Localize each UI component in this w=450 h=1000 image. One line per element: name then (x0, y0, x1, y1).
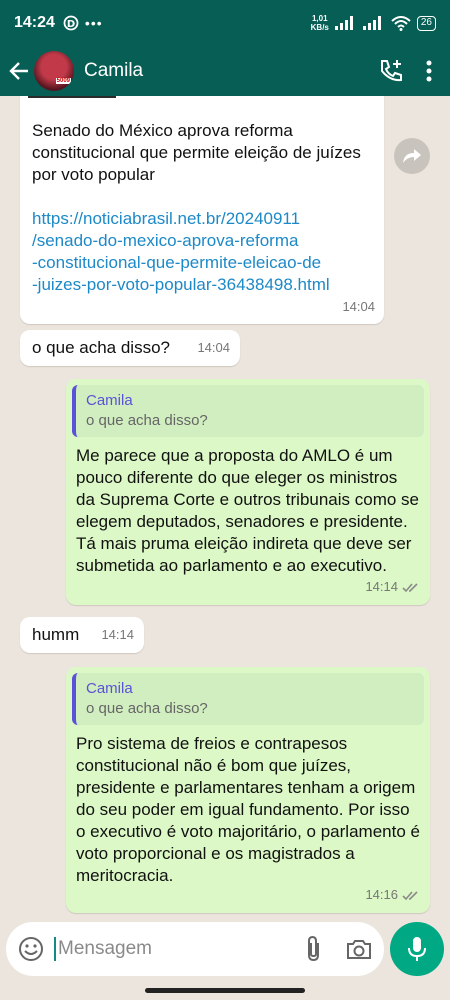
forward-button[interactable] (394, 138, 430, 174)
add-call-icon (381, 60, 402, 82)
link-preview-image (28, 96, 116, 98)
message-text: Senado do México aprova reforma constitu… (32, 121, 361, 184)
svg-text:D: D (67, 19, 75, 30)
message-text: Pro sistema de freios e contrapesos cons… (76, 734, 420, 885)
contact-name[interactable]: Camila (84, 60, 143, 82)
more-vert-icon (426, 60, 432, 82)
message-meta: 14:16 (365, 884, 420, 906)
avatar-logo: 5009 (55, 78, 71, 84)
chat-area[interactable]: Senado do México aprova reforma constitu… (0, 96, 450, 920)
quoted-text: o que acha disso? (86, 700, 208, 717)
network-speed: 1,01 KB/s (310, 14, 329, 32)
emoji-button[interactable] (18, 936, 44, 962)
back-button[interactable] (0, 60, 34, 82)
status-bar: 14:24 D ••• 1,01 KB/s 26 (0, 0, 450, 46)
more-notifications-icon: ••• (84, 15, 103, 31)
quoted-author: Camila (86, 680, 133, 697)
back-arrow-icon (9, 62, 28, 80)
message-text: humm (32, 625, 80, 644)
double-check-icon (402, 890, 418, 900)
wifi-icon (391, 15, 411, 31)
home-indicator[interactable] (145, 988, 305, 993)
message-time: 14:14 (101, 627, 134, 642)
message-input[interactable]: Mensagem (58, 938, 304, 960)
more-options-button[interactable] (426, 60, 432, 82)
notification-icon: D (63, 15, 79, 31)
message-composer[interactable]: Mensagem (6, 922, 384, 976)
quoted-message[interactable]: Camila o que acha disso? (72, 673, 424, 725)
avatar[interactable]: 5009 (34, 51, 74, 91)
camera-icon (347, 940, 371, 959)
mic-icon (408, 937, 426, 961)
signal-icon-2 (362, 16, 385, 30)
text-cursor (54, 937, 56, 961)
mic-button[interactable] (390, 922, 444, 976)
message-time: 14:04 (342, 299, 375, 314)
message-link-preview[interactable]: Senado do México aprova reforma constitu… (20, 96, 384, 324)
signal-icon (334, 16, 357, 30)
message-link[interactable]: https://noticiabrasil.net.br/20240911 /s… (32, 208, 372, 296)
message-time: 14:14 (365, 579, 398, 594)
message-time: 14:04 (197, 340, 230, 355)
message-bubble[interactable]: o que acha disso? 14:04 (20, 330, 240, 366)
battery-indicator: 26 (416, 15, 436, 31)
attach-icon (308, 935, 319, 962)
camera-button[interactable] (346, 938, 372, 960)
forward-icon (403, 149, 421, 163)
message-reply[interactable]: Camila o que acha disso? Pro sistema de … (66, 667, 430, 913)
quoted-author: Camila (86, 392, 133, 409)
status-time: 14:24 (14, 14, 55, 31)
double-check-icon (402, 582, 418, 592)
message-meta: 14:14 (365, 576, 420, 598)
emoji-icon (19, 937, 43, 961)
add-call-button[interactable] (378, 58, 404, 84)
quoted-text: o que acha disso? (86, 412, 208, 429)
message-time: 14:16 (365, 887, 398, 902)
quoted-message[interactable]: Camila o que acha disso? (72, 385, 424, 437)
attach-button[interactable] (304, 935, 324, 963)
chat-header: 5009 Camila (0, 46, 450, 96)
message-bubble[interactable]: humm 14:14 (20, 617, 144, 653)
message-text: Me parece que a proposta do AMLO é um po… (76, 446, 420, 575)
message-text: o que acha disso? (32, 338, 170, 357)
message-reply[interactable]: Camila o que acha disso? Me parece que a… (66, 379, 430, 605)
